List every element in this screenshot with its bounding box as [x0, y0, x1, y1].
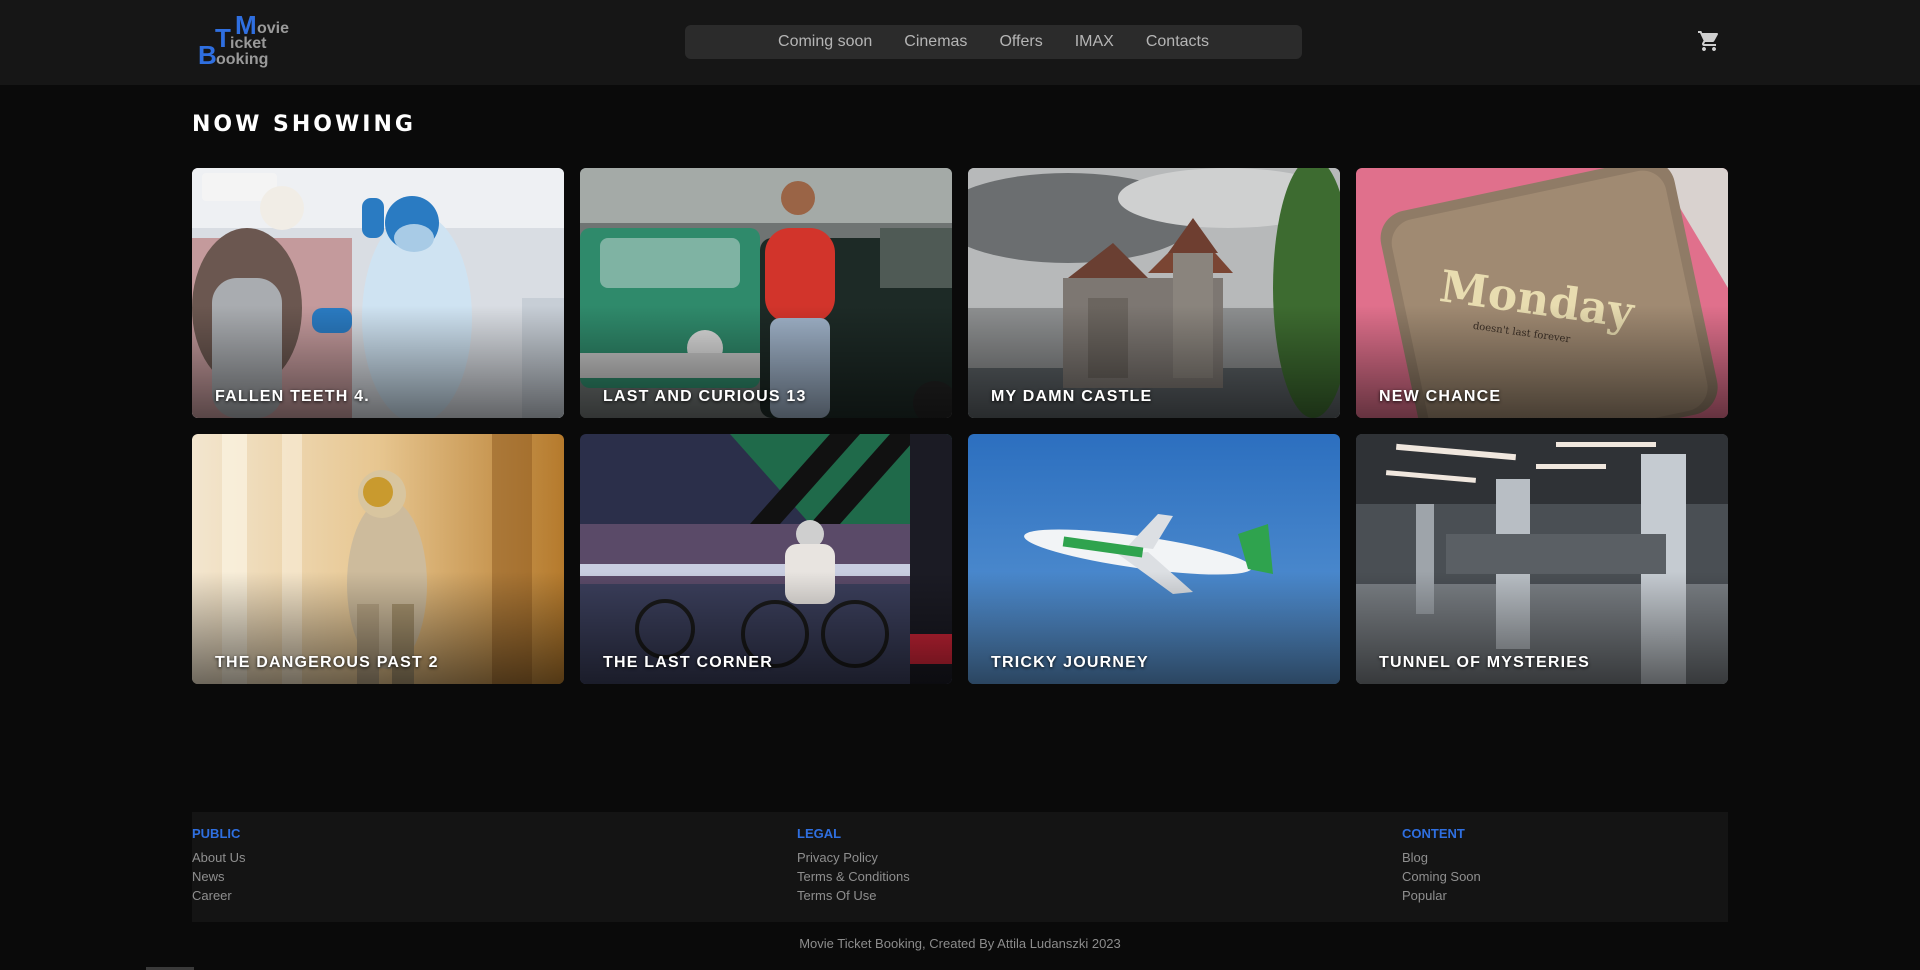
card-gradient	[1356, 434, 1728, 684]
footer-link-career[interactable]: Career	[192, 886, 245, 905]
shopping-cart-icon[interactable]	[1697, 29, 1721, 53]
footer-link-popular[interactable]: Popular	[1402, 886, 1481, 905]
movie-card[interactable]: LAST AND CURIOUS 13	[580, 168, 952, 418]
site-footer: PUBLIC About Us News Career LEGAL Privac…	[192, 812, 1728, 922]
movie-card[interactable]: MY DAMN CASTLE	[968, 168, 1340, 418]
movie-card[interactable]: THE DANGEROUS PAST 2	[192, 434, 564, 684]
main-nav: Coming soon Cinemas Offers IMAX Contacts	[685, 25, 1302, 59]
nav-cinemas[interactable]: Cinemas	[904, 33, 967, 51]
copyright-text: Movie Ticket Booking, Created By Attila …	[799, 936, 1121, 951]
nav-coming-soon[interactable]: Coming soon	[778, 33, 872, 51]
movie-title: NEW CHANCE	[1379, 388, 1502, 405]
site-header: M ovie T icket B ooking Coming soon Cine…	[0, 0, 1920, 85]
footer-heading: LEGAL	[797, 826, 842, 841]
footer-link-terms-of-use[interactable]: Terms Of Use	[797, 886, 910, 905]
card-gradient	[1356, 168, 1728, 418]
movie-title: LAST AND CURIOUS 13	[603, 388, 807, 405]
movie-card[interactable]: TUNNEL OF MYSTERIES	[1356, 434, 1728, 684]
footer-link-blog[interactable]: Blog	[1402, 848, 1481, 867]
footer-column-public: PUBLIC About Us News Career	[192, 826, 245, 905]
footer-heading: PUBLIC	[192, 826, 241, 841]
footer-link-news[interactable]: News	[192, 867, 245, 886]
page-title: NOW SHOWING	[192, 112, 416, 137]
nav-contacts[interactable]: Contacts	[1146, 33, 1209, 51]
movie-title: TUNNEL OF MYSTERIES	[1379, 654, 1590, 671]
card-gradient	[968, 168, 1340, 418]
card-gradient	[968, 434, 1340, 684]
movie-title: THE DANGEROUS PAST 2	[215, 654, 439, 671]
logo-letter-t: T	[215, 23, 231, 53]
movie-card[interactable]: FALLEN TEETH 4.	[192, 168, 564, 418]
movie-title: THE LAST CORNER	[603, 654, 773, 671]
movie-card[interactable]: Monday doesn't last forever NEW CHANCE	[1356, 168, 1728, 418]
footer-heading: CONTENT	[1402, 826, 1465, 841]
movie-card[interactable]: THE LAST CORNER	[580, 434, 952, 684]
card-gradient	[580, 168, 952, 418]
logo-text-ooking: ooking	[216, 51, 269, 68]
movie-title: FALLEN TEETH 4.	[215, 388, 370, 405]
footer-link-coming-soon[interactable]: Coming Soon	[1402, 867, 1481, 886]
nav-imax[interactable]: IMAX	[1075, 33, 1114, 51]
card-gradient	[580, 434, 952, 684]
site-logo[interactable]: M ovie T icket B ooking	[198, 12, 298, 72]
footer-link-privacy-policy[interactable]: Privacy Policy	[797, 848, 910, 867]
movie-grid: FALLEN TEETH 4. LAST AND CURIOUS 13 MY D…	[192, 168, 1728, 684]
logo-letter-b: B	[198, 40, 217, 70]
footer-link-terms-conditions[interactable]: Terms & Conditions	[797, 867, 910, 886]
footer-link-about-us[interactable]: About Us	[192, 848, 245, 867]
card-gradient	[192, 434, 564, 684]
footer-column-legal: LEGAL Privacy Policy Terms & Conditions …	[797, 826, 910, 905]
card-gradient	[192, 168, 564, 418]
movie-title: MY DAMN CASTLE	[991, 388, 1153, 405]
footer-column-content: CONTENT Blog Coming Soon Popular	[1402, 826, 1481, 905]
movie-title: TRICKY JOURNEY	[991, 654, 1149, 671]
logo-text-icket: icket	[230, 35, 267, 52]
nav-offers[interactable]: Offers	[999, 33, 1042, 51]
movie-card[interactable]: TRICKY JOURNEY	[968, 434, 1340, 684]
